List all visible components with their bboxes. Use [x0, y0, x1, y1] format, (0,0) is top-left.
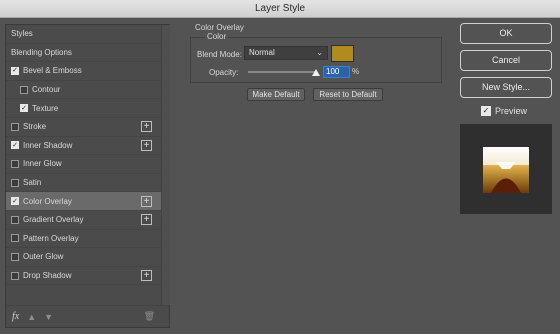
style-item-label: Texture: [32, 103, 59, 113]
style-item-label: Pattern Overlay: [23, 233, 79, 243]
style-item-label: Color Overlay: [23, 196, 72, 206]
new-style-button[interactable]: New Style...: [460, 77, 552, 98]
styles-panel: Styles Blending Options ✓ Bevel & Emboss Con…: [5, 24, 170, 328]
arrow-up-icon[interactable]: ▲: [27, 312, 36, 322]
blend-mode-select[interactable]: Normal ⌄: [244, 46, 328, 60]
styles-scrollbar[interactable]: [161, 25, 170, 305]
style-checkbox[interactable]: ✓: [20, 104, 28, 113]
style-item-styles[interactable]: Styles: [6, 25, 161, 44]
opacity-unit: %: [352, 67, 360, 76]
style-checkbox[interactable]: [11, 215, 19, 224]
add-style-icon[interactable]: +: [141, 139, 152, 151]
style-checkbox[interactable]: ✓: [11, 66, 19, 75]
opacity-slider[interactable]: [248, 71, 316, 73]
preview-thumbnail: [460, 124, 552, 214]
style-item-contour[interactable]: Contour: [6, 81, 161, 100]
style-checkbox[interactable]: [11, 122, 19, 131]
style-item-stroke[interactable]: Stroke +: [6, 118, 161, 137]
style-item-drop-shadow[interactable]: Drop Shadow +: [6, 267, 161, 286]
section-title: Color Overlay: [195, 23, 244, 32]
style-item-color-overlay[interactable]: ✓ Color Overlay +: [6, 192, 161, 211]
opacity-field[interactable]: 100: [323, 66, 350, 78]
style-item-label: Bevel & Emboss: [23, 66, 82, 76]
styles-footer: fx ▲ ▼ 🗑: [6, 305, 169, 327]
preview-image: [483, 147, 529, 193]
style-item-inner-glow[interactable]: Inner Glow: [6, 155, 161, 174]
reset-to-default-button[interactable]: Reset to Default: [313, 88, 383, 101]
chevron-down-icon: ⌄: [316, 48, 323, 57]
preview-label: Preview: [495, 106, 528, 116]
style-checkbox[interactable]: ✓: [11, 197, 19, 206]
style-checkbox[interactable]: [11, 159, 19, 168]
style-item-label: Gradient Overlay: [23, 215, 84, 225]
style-checkbox[interactable]: [20, 85, 28, 94]
add-style-icon[interactable]: +: [141, 121, 152, 133]
color-group-label: Color: [205, 32, 229, 41]
window-title: Layer Style: [0, 0, 560, 18]
arrow-down-icon[interactable]: ▼: [44, 312, 53, 322]
style-item-pattern-overlay[interactable]: Pattern Overlay: [6, 230, 161, 249]
add-style-icon[interactable]: +: [141, 214, 152, 226]
style-item-label: Styles: [11, 29, 33, 39]
style-item-label: Inner Shadow: [23, 140, 73, 150]
add-style-icon[interactable]: +: [141, 195, 152, 207]
style-item-label: Drop Shadow: [23, 271, 72, 281]
style-item-label: Blending Options: [11, 47, 72, 57]
style-item-label: Outer Glow: [23, 252, 64, 262]
style-item-bevel-emboss[interactable]: ✓ Bevel & Emboss: [6, 62, 161, 81]
style-checkbox[interactable]: [11, 271, 19, 280]
style-checkbox[interactable]: [11, 252, 19, 261]
opacity-slider-thumb[interactable]: [312, 69, 320, 76]
style-checkbox[interactable]: ✓: [11, 141, 19, 150]
fx-icon[interactable]: fx: [12, 311, 19, 322]
style-checkbox[interactable]: [11, 178, 19, 187]
preview-checkbox[interactable]: ✓: [481, 106, 491, 116]
overlay-color-swatch[interactable]: [331, 45, 354, 62]
styles-list: Styles Blending Options ✓ Bevel & Emboss Con…: [6, 25, 161, 286]
style-item-label: Satin: [23, 178, 42, 188]
style-item-outer-glow[interactable]: Outer Glow: [6, 248, 161, 267]
blend-mode-value: Normal: [249, 48, 275, 57]
style-checkbox[interactable]: [11, 234, 19, 243]
style-item-texture[interactable]: ✓ Texture: [6, 99, 161, 118]
style-item-gradient-overlay[interactable]: Gradient Overlay +: [6, 211, 161, 230]
style-item-blending-options[interactable]: Blending Options: [6, 44, 161, 63]
style-item-inner-shadow[interactable]: ✓ Inner Shadow +: [6, 137, 161, 156]
opacity-label: Opacity:: [209, 68, 239, 77]
style-item-satin[interactable]: Satin: [6, 174, 161, 193]
style-item-label: Contour: [32, 85, 61, 95]
make-default-button[interactable]: Make Default: [247, 88, 305, 101]
style-item-label: Stroke: [23, 122, 47, 132]
add-style-icon[interactable]: +: [141, 270, 152, 282]
trash-icon[interactable]: 🗑: [144, 311, 155, 322]
style-item-label: Inner Glow: [23, 159, 62, 169]
blend-mode-label: Blend Mode:: [197, 50, 242, 59]
ok-button[interactable]: OK: [460, 23, 552, 44]
cancel-button[interactable]: Cancel: [460, 50, 552, 71]
